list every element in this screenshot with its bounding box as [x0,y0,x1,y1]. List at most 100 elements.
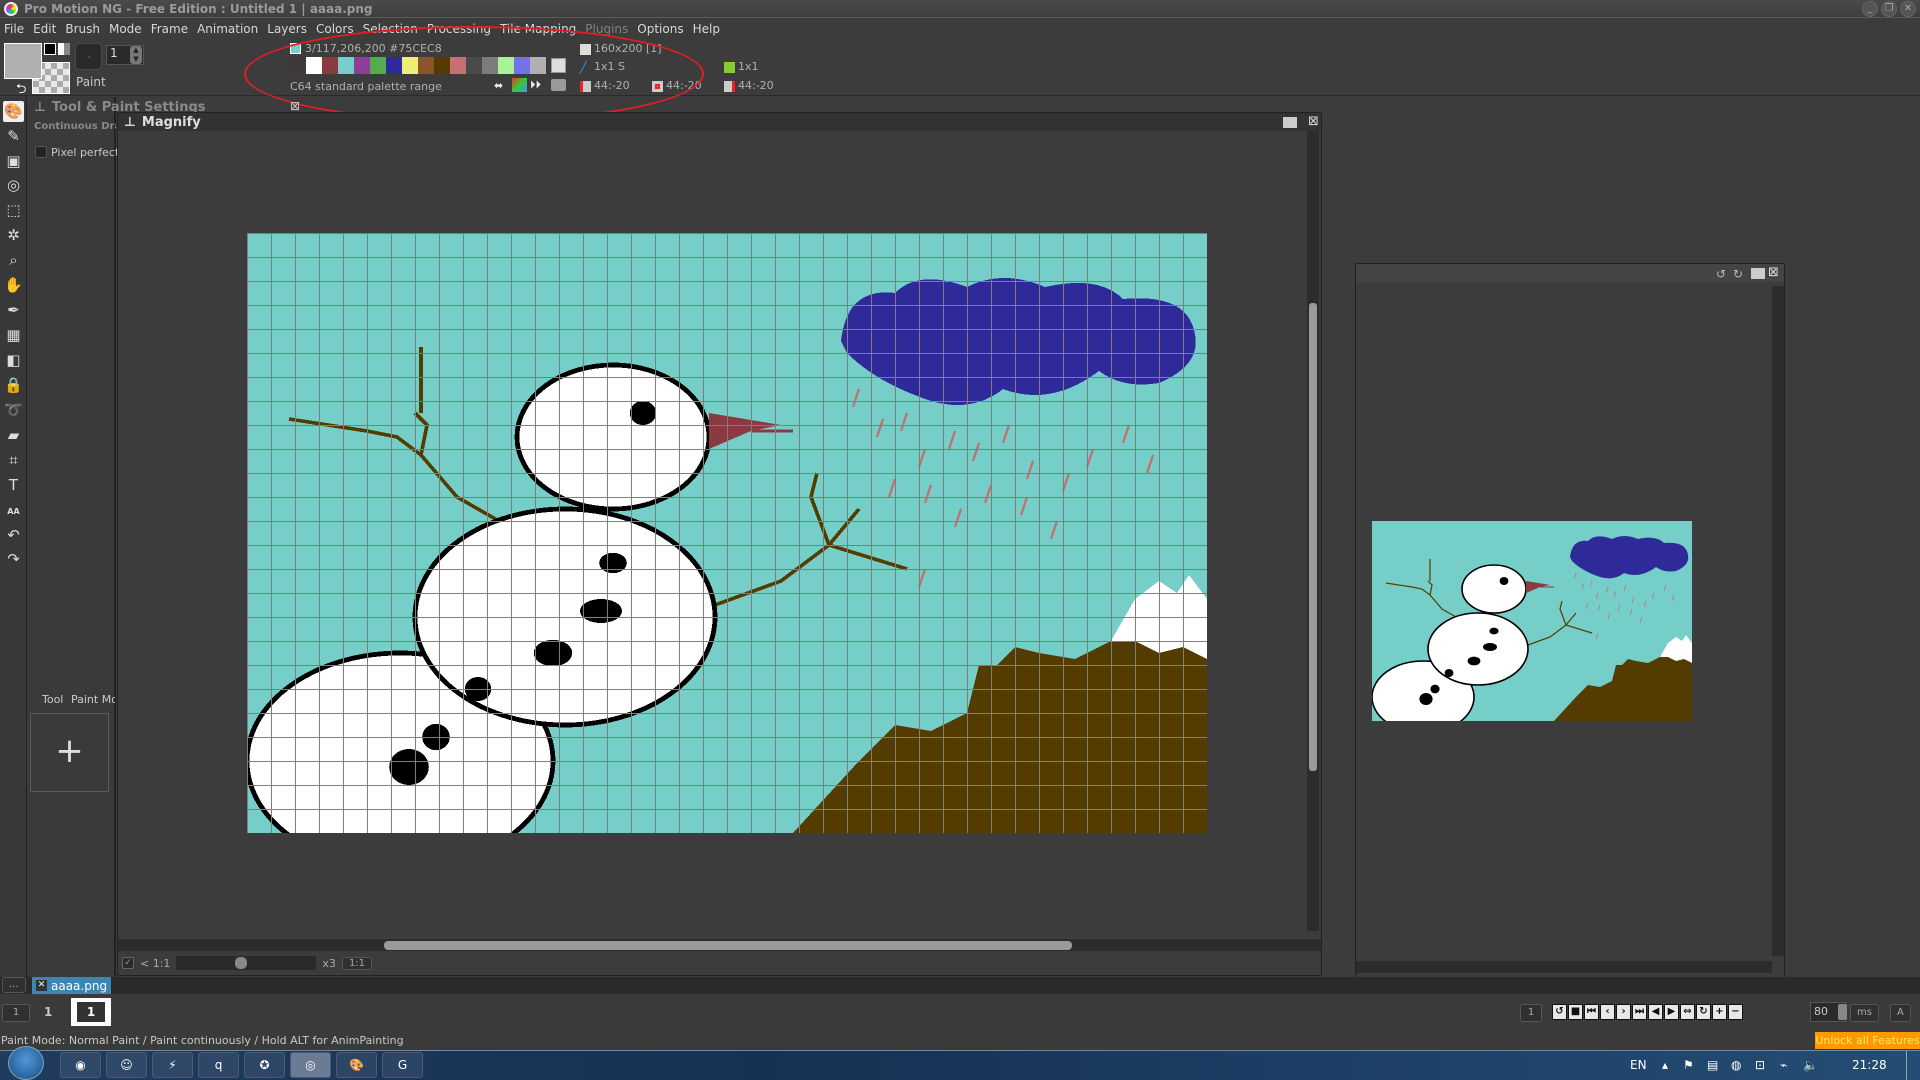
undo-icon[interactable]: ↶ [3,525,24,546]
palette-menu-icon[interactable] [551,58,566,73]
eyedropper-tool-icon[interactable]: ✒ [3,300,24,321]
menu-file[interactable]: File [4,22,24,36]
tab-paint-mode[interactable]: Paint Mode [71,693,115,706]
palette-swatch[interactable] [434,57,450,74]
redo-icon[interactable]: ↷ [3,549,24,570]
taskbar-gamemaker[interactable]: G [382,1052,423,1078]
pin-icon[interactable]: ⊥ [34,100,46,115]
menu-help[interactable]: Help [693,22,720,36]
power-icon[interactable]: ⌁ [1780,1052,1787,1078]
menu-edit[interactable]: Edit [33,22,56,36]
taskbar-paint[interactable]: 🎨 [336,1052,377,1078]
pin-icon[interactable]: ⊥ [124,115,136,130]
lasso-tool-icon[interactable]: ➰ [3,400,24,421]
zoom-reset-link[interactable]: < 1:1 [140,957,170,970]
zoom-slider-thumb[interactable] [235,957,248,969]
palette-swatch[interactable] [514,57,530,74]
last-button[interactable]: ⏭ [1632,1004,1647,1020]
range-play-icon[interactable]: ⏵⏵ [530,78,541,92]
menu-plugins[interactable]: Plugins [585,22,628,36]
palette-swatch[interactable] [290,57,306,74]
menu-layers[interactable]: Layers [267,22,307,36]
menu-tile-mapping[interactable]: Tile Mapping [500,22,576,36]
palette-swatch[interactable] [354,57,370,74]
preview-vertical-scrollbar[interactable] [1772,286,1784,956]
zoom-slider[interactable] [176,956,317,970]
rotate-right-icon[interactable]: ↻ [1733,267,1743,281]
taskbar-chrome[interactable]: ◉ [60,1052,101,1078]
add-frame-button[interactable]: + [1712,1004,1727,1020]
preview-close-icon[interactable]: ⊠ [1768,265,1779,280]
show-desktop-button[interactable] [1906,1051,1920,1080]
close-tab-icon[interactable]: ✕ [36,980,47,991]
text-tool-icon[interactable]: T [3,475,24,496]
palette-swatch[interactable] [418,57,434,74]
menu-processing[interactable]: Processing [427,22,491,36]
fill-tool-icon[interactable]: ✲ [3,225,24,246]
palette-swatch[interactable] [402,57,418,74]
magnify-horizontal-scrollbar[interactable] [118,939,1321,951]
restore-button[interactable]: ❐ [1881,1,1897,17]
crop-tool-icon[interactable]: ⌗ [3,450,24,471]
palette-swatch[interactable] [386,57,402,74]
add-preset-button[interactable]: + [30,713,109,792]
preview-menu-icon[interactable] [1751,268,1765,279]
volume-icon[interactable]: 🔈 [1803,1052,1818,1078]
loop-button[interactable]: ↺ [1552,1004,1567,1020]
minimize-button[interactable]: _ [1862,1,1878,17]
stencil-tool-icon[interactable]: ◧ [3,350,24,371]
palette-tool-icon[interactable]: 🎨 [3,101,24,122]
gradient-icon[interactable] [551,79,566,91]
drawing-canvas[interactable] [247,233,1207,833]
taskbar-winamp[interactable]: ⚡ [152,1052,193,1078]
remove-frame-button[interactable]: − [1728,1004,1743,1020]
close-button[interactable]: ✕ [1900,1,1916,17]
ellipse-tool-icon[interactable]: ◎ [3,175,24,196]
palette-swatch[interactable] [450,57,466,74]
brush-preview[interactable]: · [75,43,102,70]
stop-button[interactable]: ■ [1568,1004,1583,1020]
delay-stepper[interactable] [1838,1004,1847,1020]
palette-swatch[interactable] [466,57,482,74]
tab-tool[interactable]: Tool [42,693,63,706]
rectangle-tool-icon[interactable]: ▣ [3,151,24,172]
range-swap-icon[interactable]: ⬌ [494,79,503,92]
first-button[interactable]: ⏮ [1584,1004,1599,1020]
file-tab[interactable]: ✕ aaaa.png [32,977,112,994]
tray-expand-icon[interactable]: ▴ [1662,1052,1668,1078]
grid-tool-icon[interactable]: ▦ [3,325,24,346]
pixel-perfect-checkbox[interactable] [35,146,47,158]
action-center-icon[interactable]: ⚑ [1683,1052,1694,1078]
pencil-tool-icon[interactable]: ✎ [3,126,24,147]
rotate-left-icon[interactable]: ↺ [1716,267,1726,281]
clock[interactable]: 21:28 [1852,1052,1887,1078]
delay-unit-button[interactable]: ms [1850,1004,1879,1022]
start-button[interactable] [8,1046,44,1080]
loop-end-button[interactable]: ↻ [1696,1004,1711,1020]
default-colors-icon[interactable] [58,43,70,55]
ping-pong-button[interactable]: ⇔ [1680,1004,1695,1020]
brush-grab-tool-icon[interactable]: ⬚ [3,200,24,221]
lock-tool-icon[interactable]: 🔒 [3,375,24,396]
palette-swatch[interactable] [322,57,338,74]
taskbar-promotion[interactable]: ◎ [290,1052,331,1078]
preview-image[interactable] [1372,521,1692,721]
tray-app2-icon[interactable]: ◍ [1731,1052,1741,1078]
taskbar-discord[interactable]: ☺ [106,1052,147,1078]
zoom-1to1-button[interactable]: 1:1 [341,956,373,970]
menu-colors[interactable]: Colors [316,22,354,36]
hand-tool-icon[interactable]: ✋ [3,275,24,296]
language-indicator[interactable]: EN [1630,1052,1647,1078]
brush-size-stepper[interactable]: ▲ ▼ [130,46,142,64]
anim-frame-box[interactable]: 1 [1520,1004,1542,1022]
palette-swatch[interactable] [482,57,498,74]
taskbar-earth[interactable]: ✪ [244,1052,285,1078]
swap-colors-icon[interactable] [44,43,56,55]
foreground-color-swatch[interactable] [4,43,42,79]
palette-swatch[interactable] [306,57,322,74]
magnify-vertical-thumb[interactable] [1309,303,1317,771]
menu-selection[interactable]: Selection [363,22,418,36]
network-icon[interactable]: ⊡ [1755,1052,1765,1078]
magnify-tool-icon[interactable]: ⌕ [3,250,24,271]
tray-app-icon[interactable]: ▤ [1707,1052,1718,1078]
